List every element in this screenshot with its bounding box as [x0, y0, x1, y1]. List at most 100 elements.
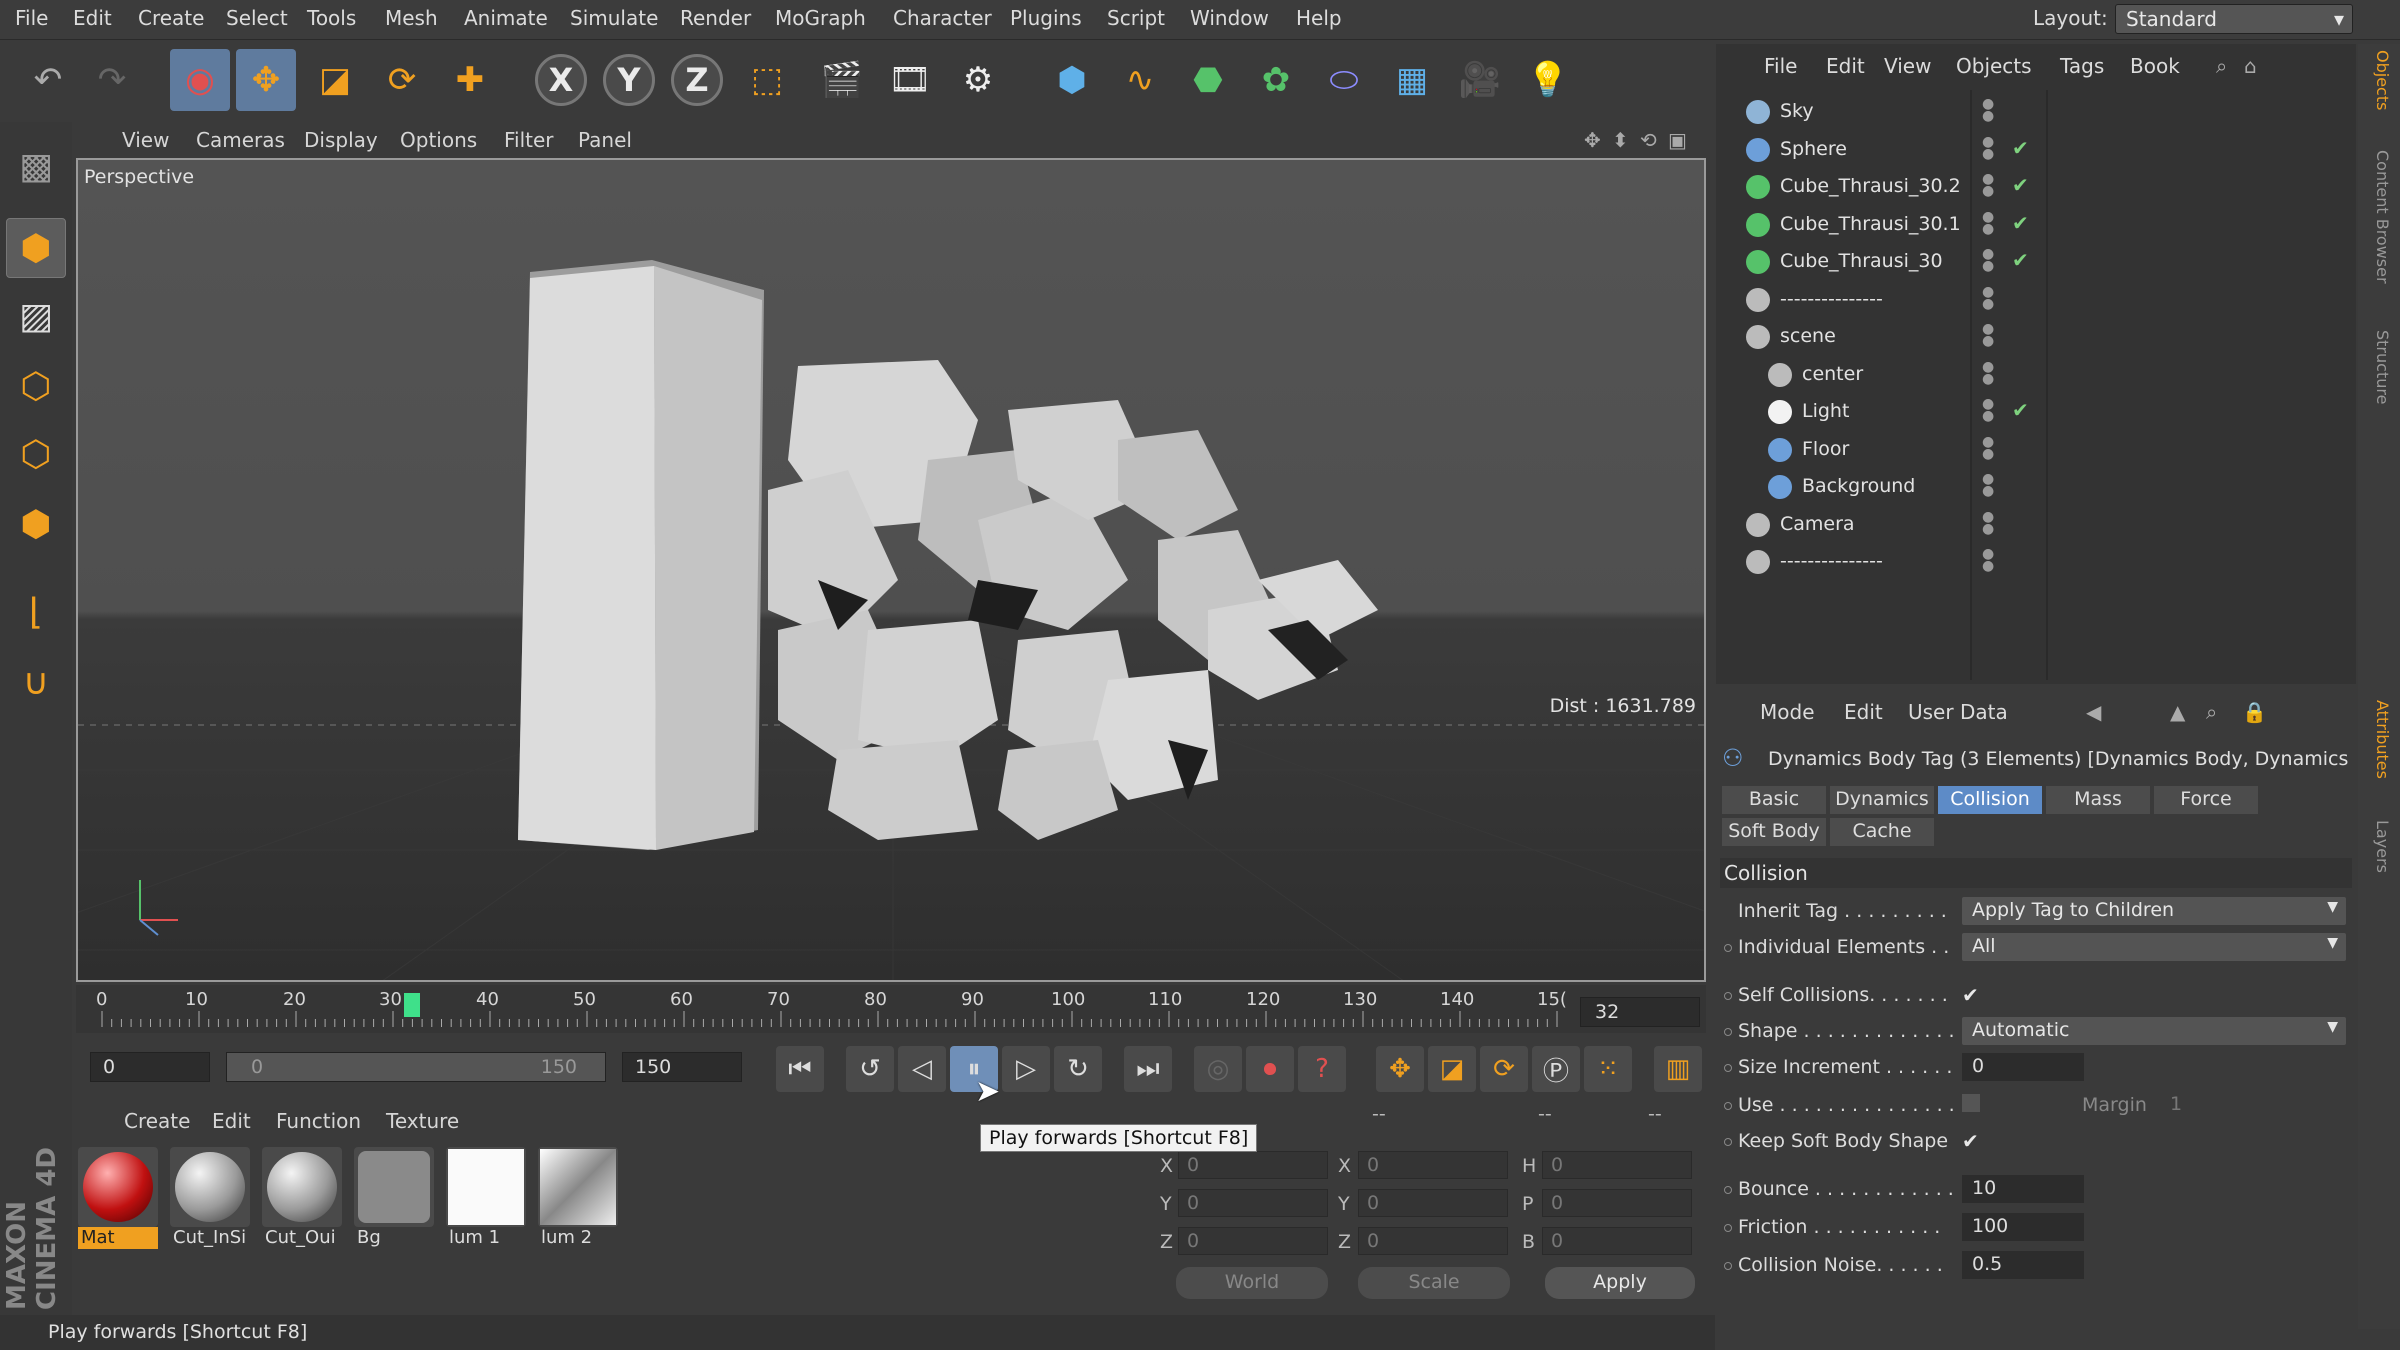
texture-mode-icon[interactable]: ▨: [6, 286, 66, 346]
visibility-dots-icon[interactable]: ● ●: [1982, 547, 1994, 573]
enabled-check-icon[interactable]: ✔: [2012, 173, 2029, 197]
lock-icon[interactable]: 🔒: [2242, 700, 2267, 724]
tab-cache[interactable]: Cache: [1830, 818, 1934, 846]
visibility-dots-icon[interactable]: ● ●: [1982, 247, 1994, 273]
playhead-marker[interactable]: [404, 993, 420, 1017]
side-tab-attributes[interactable]: Attributes: [2362, 700, 2392, 779]
viewport-menu-options[interactable]: Options: [400, 128, 477, 152]
undo-icon[interactable]: ↶: [18, 49, 78, 111]
next-frame-icon[interactable]: ▷: [1002, 1046, 1050, 1092]
end-frame-field[interactable]: 150: [622, 1052, 742, 1082]
individual-elements-dropdown[interactable]: All ▼: [1962, 933, 2346, 961]
visibility-dots-icon[interactable]: ● ●: [1982, 472, 1994, 498]
rotate-view-icon[interactable]: ⟲: [1640, 128, 1657, 152]
visibility-dots-icon[interactable]: ● ●: [1982, 510, 1994, 536]
current-frame-field[interactable]: 32: [1580, 997, 1700, 1027]
axis-mode-icon[interactable]: ⌊: [6, 582, 66, 642]
menu-character[interactable]: Character: [893, 6, 992, 30]
object-row[interactable]: Sky ● ●: [1716, 94, 2356, 130]
tab-collision[interactable]: Collision: [1938, 786, 2042, 814]
polygons-mode-icon[interactable]: ⬢: [6, 494, 66, 554]
enabled-check-icon[interactable]: ✔: [2012, 211, 2029, 235]
preview-range-slider[interactable]: 0 150: [226, 1052, 606, 1082]
enabled-check-icon[interactable]: ✔: [2012, 136, 2029, 160]
size-z-field[interactable]: 0: [1358, 1227, 1508, 1255]
points-mode-icon[interactable]: ⬡: [6, 356, 66, 416]
enabled-check-icon[interactable]: ✔: [2012, 248, 2029, 272]
collision-noise-field[interactable]: 0.5: [1962, 1251, 2084, 1279]
go-to-start-icon[interactable]: ⏮: [776, 1046, 824, 1092]
size-x-field[interactable]: 0: [1358, 1151, 1508, 1179]
animation-dot-icon[interactable]: [1724, 1028, 1732, 1036]
record-keys-icon[interactable]: ◎: [1194, 1046, 1242, 1092]
side-tab-objects[interactable]: Objects: [2362, 50, 2392, 110]
spline-icon[interactable]: ∿: [1110, 49, 1170, 111]
edges-mode-icon[interactable]: ⬡: [6, 424, 66, 484]
previous-key-icon[interactable]: ↺: [846, 1046, 894, 1092]
object-row[interactable]: Cube_Thrausi_30 ● ● ✔: [1716, 244, 2356, 280]
animation-dot-icon[interactable]: [1724, 1138, 1732, 1146]
animation-dot-icon[interactable]: [1724, 1262, 1732, 1270]
x-axis-lock-icon[interactable]: X: [535, 54, 587, 106]
enabled-check-icon[interactable]: ✔: [2012, 398, 2029, 422]
toggle-view-icon[interactable]: ▣: [1668, 128, 1687, 152]
om-menu-tags[interactable]: Tags: [2060, 54, 2104, 78]
position-y-field[interactable]: 0: [1178, 1189, 1328, 1217]
side-tab-structure[interactable]: Structure: [2362, 330, 2392, 404]
tab-soft-body[interactable]: Soft Body: [1722, 818, 1826, 846]
z-axis-lock-icon[interactable]: Z: [671, 54, 723, 106]
coordinate-system-icon[interactable]: ⬚: [737, 49, 797, 111]
side-tab-content-browser[interactable]: Content Browser: [2362, 150, 2392, 284]
rotation-h-field[interactable]: 0: [1542, 1151, 1692, 1179]
move-icon[interactable]: ✥: [236, 49, 296, 111]
object-row[interactable]: Cube_Thrausi_30.2 ● ● ✔: [1716, 169, 2356, 205]
animation-dot-icon[interactable]: [1724, 1224, 1732, 1232]
animation-dot-icon[interactable]: [1724, 992, 1732, 1000]
use-margin-checkbox[interactable]: [1962, 1094, 1980, 1112]
material-menu-function[interactable]: Function: [276, 1109, 361, 1133]
world-dropdown[interactable]: World: [1176, 1267, 1328, 1299]
material-swatch[interactable]: lum 1: [446, 1147, 528, 1255]
am-menu-user-data[interactable]: User Data: [1908, 700, 2008, 724]
model-mode-icon[interactable]: ⬢: [6, 218, 66, 278]
deformer-icon[interactable]: ⬭: [1314, 49, 1374, 111]
inherit-tag-dropdown[interactable]: Apply Tag to Children ▼: [1962, 897, 2346, 925]
keep-soft-body-shape-checkbox[interactable]: ✔: [1962, 1131, 1980, 1151]
make-editable-icon[interactable]: ▩: [6, 136, 66, 196]
viewport-menu-filter[interactable]: Filter: [504, 128, 554, 152]
material-swatch[interactable]: Cut_InSi: [170, 1147, 252, 1255]
viewport-menu-view[interactable]: View: [122, 128, 169, 152]
camera-icon[interactable]: 🎥: [1450, 49, 1510, 111]
menu-help[interactable]: Help: [1296, 6, 1342, 30]
menu-simulate[interactable]: Simulate: [570, 6, 658, 30]
object-row[interactable]: Camera ● ●: [1716, 507, 2356, 543]
position-x-field[interactable]: 0: [1178, 1151, 1328, 1179]
position-z-field[interactable]: 0: [1178, 1227, 1328, 1255]
zoom-view-icon[interactable]: ⬍: [1612, 128, 1629, 152]
up-arrow-icon[interactable]: ▲: [2170, 700, 2185, 724]
back-arrow-icon[interactable]: ◀: [2086, 700, 2101, 724]
animation-dot-icon[interactable]: [1724, 1064, 1732, 1072]
apply-button[interactable]: Apply: [1545, 1267, 1695, 1299]
redo-icon[interactable]: ↷: [82, 49, 142, 111]
pan-view-icon[interactable]: ✥: [1584, 128, 1601, 152]
animation-dot-icon[interactable]: [1724, 1186, 1732, 1194]
key-parameter-icon[interactable]: Ⓟ: [1532, 1046, 1580, 1092]
menu-file[interactable]: File: [15, 6, 48, 30]
material-menu-edit[interactable]: Edit: [212, 1109, 251, 1133]
object-row[interactable]: Floor ● ●: [1716, 432, 2356, 468]
object-row[interactable]: Light ● ● ✔: [1716, 394, 2356, 430]
rotation-b-field[interactable]: 0: [1542, 1227, 1692, 1255]
visibility-dots-icon[interactable]: ● ●: [1982, 285, 1994, 311]
search-icon[interactable]: ⌕: [2216, 54, 2227, 78]
menu-plugins[interactable]: Plugins: [1010, 6, 1082, 30]
visibility-dots-icon[interactable]: ● ●: [1982, 210, 1994, 236]
material-swatch[interactable]: Cut_Oui: [262, 1147, 344, 1255]
y-axis-lock-icon[interactable]: Y: [603, 54, 655, 106]
material-swatch[interactable]: Mat: [78, 1147, 160, 1255]
render-picture-viewer-icon[interactable]: 🎞: [880, 49, 940, 111]
go-to-end-icon[interactable]: ⏭: [1124, 1046, 1172, 1092]
om-menu-view[interactable]: View: [1884, 54, 1931, 78]
visibility-dots-icon[interactable]: ● ●: [1982, 322, 1994, 348]
shape-dropdown[interactable]: Automatic ▼: [1962, 1017, 2346, 1045]
